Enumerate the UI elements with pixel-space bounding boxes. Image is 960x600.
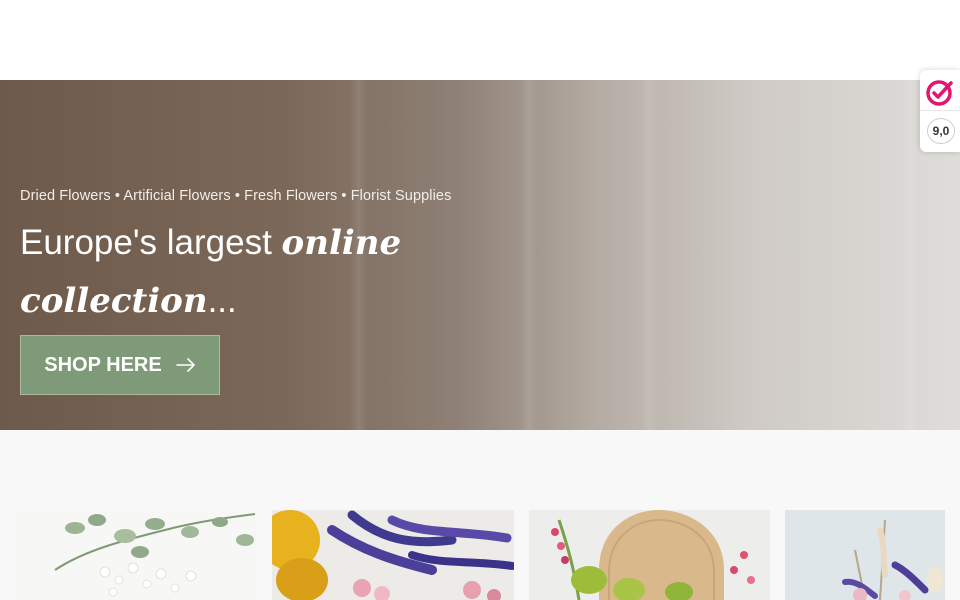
trust-divider [920,110,960,111]
hero-light-streak [640,80,658,430]
blue-larkspur-bouquet-photo [272,510,514,600]
hero-light-streak [520,80,538,430]
category-card-larkspur[interactable] [272,510,514,600]
hero-headline: Europe's largest online collection... [20,214,440,330]
category-card-eucalyptus[interactable] [15,510,257,600]
review-score: 9,0 [927,118,955,144]
headline-script-online: online [281,223,402,263]
hero-banner: Dried Flowers • Artificial Flowers • Fre… [0,80,960,430]
arrow-right-icon [175,358,196,372]
trusted-shops-check-icon [925,78,955,113]
headline-plain: Europe's largest [20,223,282,262]
eucalyptus-gypsophila-photo [15,510,257,600]
category-card-vase[interactable] [529,510,770,600]
pink-flowers-vase-photo [529,510,770,600]
top-header [0,0,960,80]
hero-light-streak [900,80,918,430]
hero-kicker: Dried Flowers • Artificial Flowers • Fre… [20,188,452,204]
category-card-pastel[interactable] [785,510,945,600]
shop-here-button[interactable]: SHOP HERE [20,335,220,395]
pastel-dried-bouquet-photo [785,510,945,600]
trust-badge-widget[interactable]: 9,0 [920,70,960,152]
shop-here-label: SHOP HERE [44,353,162,376]
category-cards [0,510,960,600]
headline-script-collection: collection [20,281,208,321]
headline-ellipsis: ... [207,281,237,320]
